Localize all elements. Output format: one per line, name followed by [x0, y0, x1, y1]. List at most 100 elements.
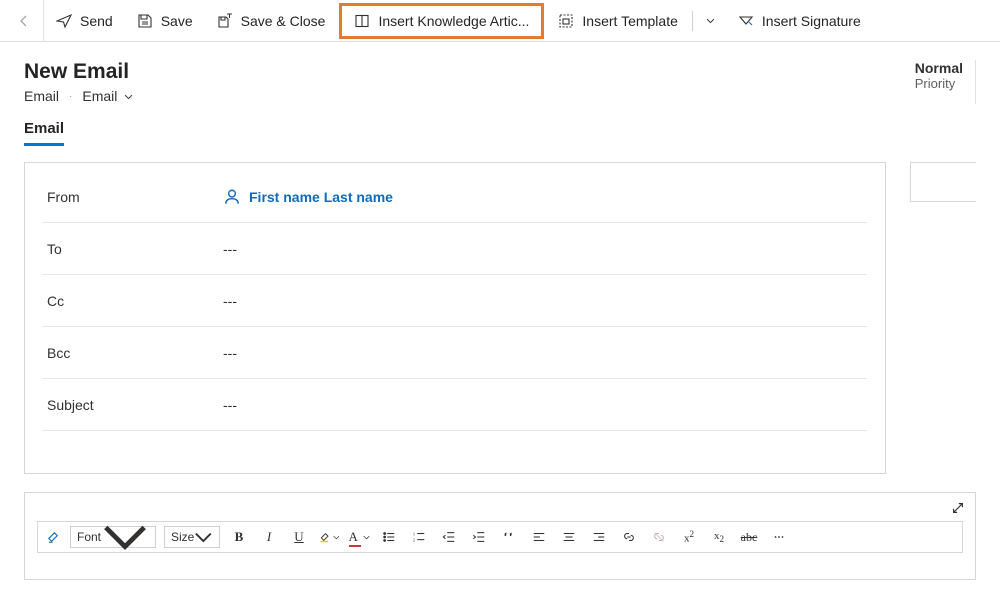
side-panel[interactable]	[910, 162, 976, 202]
number-list-button[interactable]: 12	[408, 526, 430, 548]
superscript-button[interactable]: x2	[678, 526, 700, 548]
bcc-row[interactable]: Bcc ---	[43, 327, 867, 379]
font-select[interactable]: Font	[70, 526, 156, 548]
command-bar: Send Save Save & Close Insert Knowledge …	[0, 0, 1000, 42]
page-title: New Email	[24, 60, 134, 84]
subscript-button[interactable]: x2	[708, 526, 730, 548]
tab-email[interactable]: Email	[24, 120, 64, 146]
insert-signature-button[interactable]: Insert Signature	[726, 0, 873, 42]
editor-toolbar: Font Size B I U A 12	[37, 521, 963, 553]
template-icon	[558, 13, 574, 29]
caret-down-icon	[333, 534, 340, 541]
font-select-label: Font	[77, 530, 101, 544]
align-center-icon	[562, 530, 576, 544]
crumb-separator: ·	[69, 91, 72, 102]
cc-value: ---	[223, 293, 867, 309]
book-icon	[354, 13, 370, 29]
from-row: From First name Last name	[43, 171, 867, 223]
outdent-button[interactable]	[438, 526, 460, 548]
link-icon	[622, 530, 636, 544]
italic-button[interactable]: I	[258, 526, 280, 548]
save-close-label: Save & Close	[241, 13, 326, 29]
format-painter-button[interactable]	[44, 530, 62, 545]
align-left-button[interactable]	[528, 526, 550, 548]
more-commands-button[interactable]	[768, 526, 790, 548]
arrow-left-icon	[16, 13, 32, 29]
subject-row[interactable]: Subject ---	[43, 379, 867, 431]
paint-icon	[46, 530, 61, 545]
unlink-icon	[652, 530, 666, 544]
save-close-button[interactable]: Save & Close	[205, 0, 338, 42]
size-select[interactable]: Size	[164, 526, 220, 548]
align-center-button[interactable]	[558, 526, 580, 548]
chevron-down-icon	[705, 15, 716, 26]
insert-link-button[interactable]	[618, 526, 640, 548]
breadcrumb: Email · Email	[24, 88, 134, 104]
subject-value: ---	[223, 397, 867, 413]
insert-template-button[interactable]: Insert Template	[546, 0, 689, 42]
send-button[interactable]: Send	[44, 0, 125, 42]
form-header: New Email Email · Email Normal Priority	[0, 42, 1000, 110]
align-left-icon	[532, 530, 546, 544]
from-value: First name Last name	[249, 189, 393, 205]
expand-editor-button[interactable]	[951, 501, 965, 518]
crumb-entity: Email	[24, 88, 59, 104]
caret-down-icon	[101, 513, 149, 561]
email-form-card: From First name Last name To --- Cc --- …	[24, 162, 886, 474]
font-color-button[interactable]: A	[348, 526, 370, 548]
ellipsis-icon	[772, 530, 786, 544]
save-button[interactable]: Save	[125, 0, 205, 42]
caret-down-icon	[363, 534, 370, 541]
main-content: From First name Last name To --- Cc --- …	[0, 146, 1000, 474]
cc-row[interactable]: Cc ---	[43, 275, 867, 327]
tab-strip: Email	[0, 110, 1000, 146]
priority-value: Normal	[915, 60, 963, 76]
highlight-icon	[318, 530, 331, 544]
bullet-list-button[interactable]	[378, 526, 400, 548]
bcc-label: Bcc	[43, 345, 223, 361]
align-right-icon	[592, 530, 606, 544]
priority-block: Normal Priority	[915, 60, 976, 104]
caret-down-icon	[194, 528, 213, 547]
send-label: Send	[80, 13, 113, 29]
insert-kb-label: Insert Knowledge Artic...	[378, 13, 529, 29]
number-list-icon: 12	[412, 530, 426, 544]
insert-template-label: Insert Template	[582, 13, 677, 29]
chevron-down-icon	[123, 91, 134, 102]
person-icon	[223, 188, 241, 206]
save-label: Save	[161, 13, 193, 29]
expand-icon	[951, 501, 965, 515]
underline-button[interactable]: U	[288, 526, 310, 548]
to-value: ---	[223, 241, 867, 257]
align-right-button[interactable]	[588, 526, 610, 548]
size-select-label: Size	[171, 530, 194, 544]
highlight-color-button[interactable]	[318, 526, 340, 548]
from-lookup[interactable]: First name Last name	[223, 188, 867, 206]
editor-card: Font Size B I U A 12	[24, 492, 976, 580]
back-button[interactable]	[4, 0, 44, 42]
remove-link-button[interactable]	[648, 526, 670, 548]
cc-label: Cc	[43, 293, 223, 309]
bold-button[interactable]: B	[228, 526, 250, 548]
strikethrough-button[interactable]: abc	[738, 526, 760, 548]
subject-label: Subject	[43, 397, 223, 413]
blockquote-button[interactable]	[498, 526, 520, 548]
to-label: To	[43, 241, 223, 257]
bcc-value: ---	[223, 345, 867, 361]
from-label: From	[43, 189, 223, 205]
quote-icon	[502, 530, 516, 544]
form-selector[interactable]: Email	[82, 88, 134, 104]
bullet-list-icon	[382, 530, 396, 544]
template-dropdown-button[interactable]	[695, 0, 726, 42]
to-row[interactable]: To ---	[43, 223, 867, 275]
svg-text:2: 2	[413, 537, 415, 542]
insert-knowledge-article-button[interactable]: Insert Knowledge Artic...	[339, 3, 544, 39]
save-close-icon	[217, 13, 233, 29]
save-icon	[137, 13, 153, 29]
divider	[692, 11, 693, 31]
indent-button[interactable]	[468, 526, 490, 548]
svg-text:1: 1	[413, 531, 415, 536]
priority-label: Priority	[915, 76, 963, 91]
send-icon	[56, 13, 72, 29]
indent-icon	[472, 530, 486, 544]
